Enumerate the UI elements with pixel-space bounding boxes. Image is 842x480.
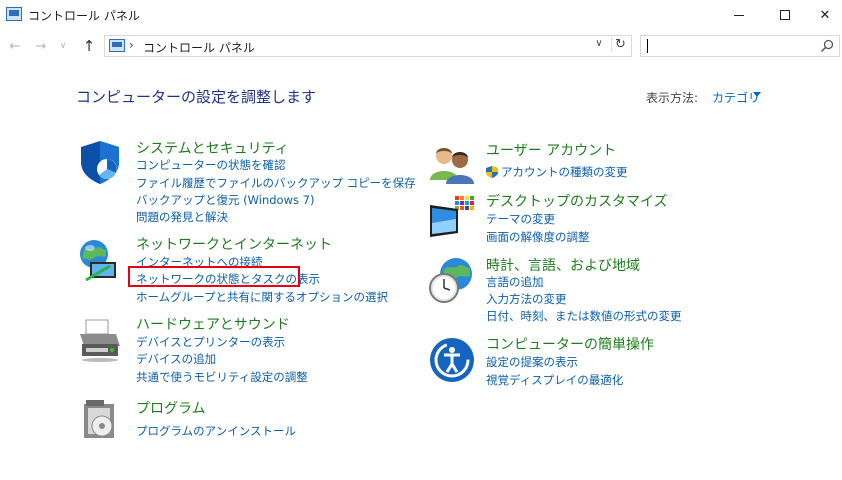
- printer-icon[interactable]: [76, 316, 124, 364]
- network-globe-icon[interactable]: [76, 236, 124, 284]
- category-user-accounts[interactable]: ユーザー アカウント: [486, 140, 616, 160]
- link-change-account-type[interactable]: アカウントの種類の変更: [486, 164, 628, 180]
- chevron-down-icon[interactable]: [753, 92, 761, 97]
- category-network-internet[interactable]: ネットワークとインターネット: [136, 234, 332, 254]
- title-bar: コントロール パネル ✕: [0, 0, 842, 30]
- link-change-account-type-label: アカウントの種類の変更: [501, 165, 628, 179]
- breadcrumb-control-panel[interactable]: コントロール パネル: [143, 39, 255, 56]
- category-ease-of-access[interactable]: コンピューターの簡単操作: [486, 334, 654, 354]
- link-uninstall-program[interactable]: プログラムのアンインストール: [136, 423, 296, 439]
- control-panel-icon: [6, 7, 22, 21]
- link-homegroup-sharing[interactable]: ホームグループと共有に関するオプションの選択: [136, 289, 388, 305]
- up-button[interactable]: ↑: [78, 36, 100, 56]
- breadcrumb-separator[interactable]: ›: [129, 38, 134, 52]
- category-programs[interactable]: プログラム: [136, 398, 206, 418]
- close-button[interactable]: ✕: [808, 0, 842, 30]
- view-by-label: 表示方法:: [646, 91, 699, 105]
- recent-locations-button[interactable]: ∨: [56, 36, 70, 56]
- page-title: コンピューターの設定を調整します: [76, 88, 317, 106]
- link-file-history-backup[interactable]: ファイル履歴でファイルのバックアップ コピーを保存: [136, 175, 416, 191]
- text-caret: [647, 39, 648, 53]
- search-icon[interactable]: [819, 38, 835, 54]
- clock-globe-icon[interactable]: [428, 256, 476, 304]
- link-date-time-format[interactable]: 日付、時刻、または数値の形式の変更: [486, 308, 682, 324]
- category-appearance[interactable]: デスクトップのカスタマイズ: [486, 191, 668, 211]
- minimize-icon: [734, 14, 744, 16]
- ease-of-access-icon[interactable]: [428, 336, 476, 384]
- control-panel-icon: [109, 39, 125, 52]
- close-icon: ✕: [819, 7, 831, 23]
- link-change-input-method[interactable]: 入力方法の変更: [486, 291, 567, 307]
- address-dropdown-button[interactable]: ∨: [591, 38, 607, 49]
- monitor-icon[interactable]: [428, 193, 476, 241]
- link-screen-resolution[interactable]: 画面の解像度の調整: [486, 229, 590, 245]
- minimize-button[interactable]: [716, 0, 762, 30]
- link-add-language[interactable]: 言語の追加: [486, 274, 544, 290]
- forward-button[interactable]: →: [30, 36, 52, 56]
- category-system-security[interactable]: システムとセキュリティ: [136, 138, 289, 158]
- address-bar[interactable]: › コントロール パネル ∨ ↻: [104, 35, 632, 57]
- search-input[interactable]: [640, 35, 840, 57]
- link-devices-printers[interactable]: デバイスとプリンターの表示: [136, 334, 285, 350]
- uac-shield-icon: [486, 166, 498, 178]
- highlight-box: [128, 266, 300, 287]
- link-backup-restore[interactable]: バックアップと復元 (Windows 7): [136, 192, 314, 208]
- link-troubleshoot[interactable]: 問題の発見と解決: [136, 209, 228, 225]
- back-button[interactable]: ←: [4, 36, 26, 56]
- maximize-icon: [780, 10, 790, 20]
- category-clock-region[interactable]: 時計、言語、および地域: [486, 255, 640, 275]
- maximize-button[interactable]: [762, 0, 808, 30]
- link-mobility-settings[interactable]: 共通で使うモビリティ設定の調整: [136, 369, 308, 385]
- shield-icon[interactable]: [76, 138, 124, 186]
- users-icon[interactable]: [428, 140, 476, 188]
- window-title: コントロール パネル: [28, 9, 140, 23]
- link-optimize-display[interactable]: 視覚ディスプレイの最適化: [486, 372, 623, 388]
- programs-icon[interactable]: [76, 396, 124, 444]
- link-change-theme[interactable]: テーマの変更: [486, 211, 555, 227]
- refresh-button[interactable]: ↻: [611, 37, 629, 52]
- link-add-device[interactable]: デバイスの追加: [136, 351, 216, 367]
- category-hardware-sound[interactable]: ハードウェアとサウンド: [136, 314, 290, 334]
- navigation-bar: ← → ∨ ↑ › コントロール パネル ∨ ↻: [0, 32, 842, 60]
- link-check-computer-status[interactable]: コンピューターの状態を確認: [136, 157, 286, 173]
- link-get-recommendations[interactable]: 設定の提案の表示: [486, 354, 578, 370]
